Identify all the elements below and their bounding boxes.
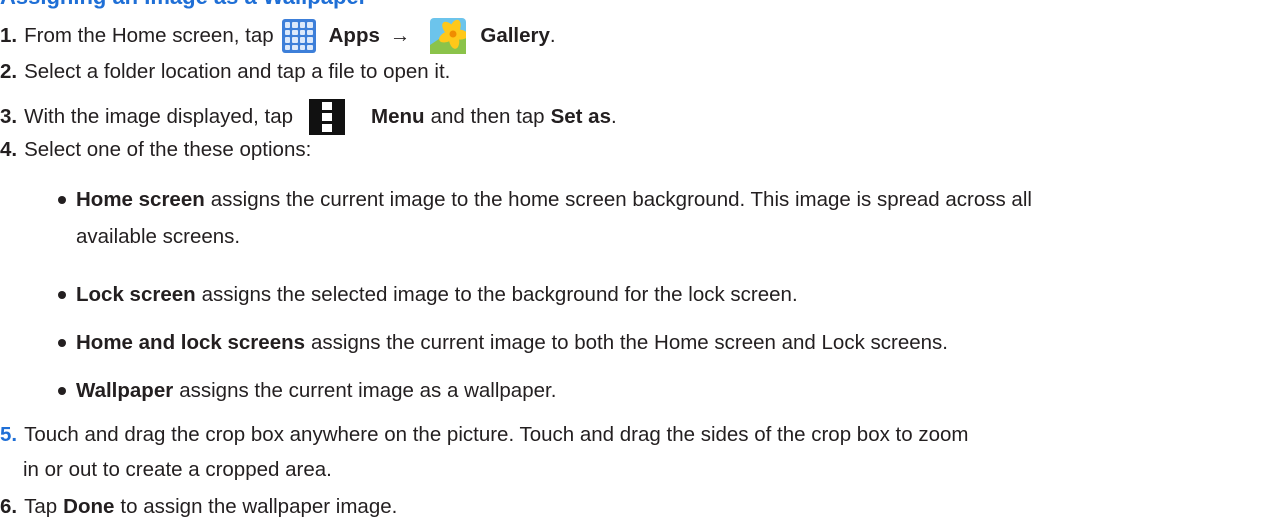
bullet-dot	[58, 291, 66, 299]
option-lock-screen: Lock screen assigns the selected image t…	[56, 283, 798, 307]
bullet-dot	[58, 339, 66, 347]
step-text-end: .	[549, 24, 556, 47]
menu-label: Menu	[371, 105, 425, 128]
done-label: Done	[63, 495, 115, 518]
step-2: 2. Select a folder location and tap a fi…	[0, 60, 450, 84]
option-text: assigns the current image to the home sc…	[210, 188, 1032, 211]
option-home-and-lock: Home and lock screens assigns the curren…	[56, 331, 948, 355]
step-5: 5. Touch and drag the crop box anywhere …	[0, 423, 968, 447]
arrow-glyph: →	[389, 24, 411, 47]
step-number: 4.	[0, 138, 18, 161]
menu-dots-icon	[309, 99, 346, 135]
option-text: assigns the selected image to the backgr…	[201, 283, 798, 306]
step-text: Touch and drag the crop box anywhere on …	[24, 423, 969, 446]
step-4: 4. Select one of the these options:	[0, 138, 311, 162]
step-number: 3.	[0, 105, 18, 128]
step-text: Tap	[24, 495, 58, 518]
option-title: Home and lock screens	[76, 331, 306, 354]
set-as-label: Set as	[550, 105, 611, 128]
step-number: 6.	[0, 495, 18, 518]
step-text: With the image displayed, tap	[24, 105, 294, 128]
option-wallpaper: Wallpaper assigns the current image as a…	[56, 379, 556, 403]
option-text: assigns the current image as a wallpaper…	[179, 379, 557, 402]
gallery-flower-icon	[430, 18, 467, 54]
step-text: to assign the wallpaper image.	[120, 495, 398, 518]
apps-grid-icon	[281, 19, 316, 53]
option-title: Wallpaper	[76, 379, 174, 402]
step-text: and then tap	[430, 105, 545, 128]
apps-label: Apps	[328, 24, 380, 47]
option-title: Lock screen	[76, 283, 196, 306]
step-text-end: .	[610, 105, 617, 128]
step-5-continued: in or out to create a cropped area.	[23, 458, 332, 482]
step-number: 1.	[0, 24, 18, 47]
option-title: Home screen	[76, 188, 205, 211]
bullet-dot	[58, 387, 66, 395]
option-text: available screens.	[76, 225, 241, 248]
step-text: in or out to create a cropped area.	[23, 458, 332, 481]
step-3: 3. With the image displayed, tap Menu an…	[0, 99, 617, 135]
option-text: assigns the current image to both the Ho…	[311, 331, 948, 354]
option-home-screen: Home screen assigns the current image to…	[56, 188, 1032, 212]
step-6: 6. Tap Done to assign the wallpaper imag…	[0, 495, 397, 519]
step-text: Select one of the these options:	[24, 138, 312, 161]
page-heading: Assigning an Image as a Wallpaper	[0, 0, 367, 10]
step-number: 2.	[0, 60, 18, 83]
step-text: Select a folder location and tap a file …	[24, 60, 451, 83]
step-number: 5.	[0, 423, 18, 446]
bullet-dot	[58, 196, 66, 204]
gallery-label: Gallery	[480, 24, 550, 47]
option-text-continued: available screens.	[76, 225, 240, 249]
step-1: 1. From the Home screen, tap Apps → Gall…	[0, 18, 556, 54]
step-text: From the Home screen, tap	[24, 24, 274, 47]
